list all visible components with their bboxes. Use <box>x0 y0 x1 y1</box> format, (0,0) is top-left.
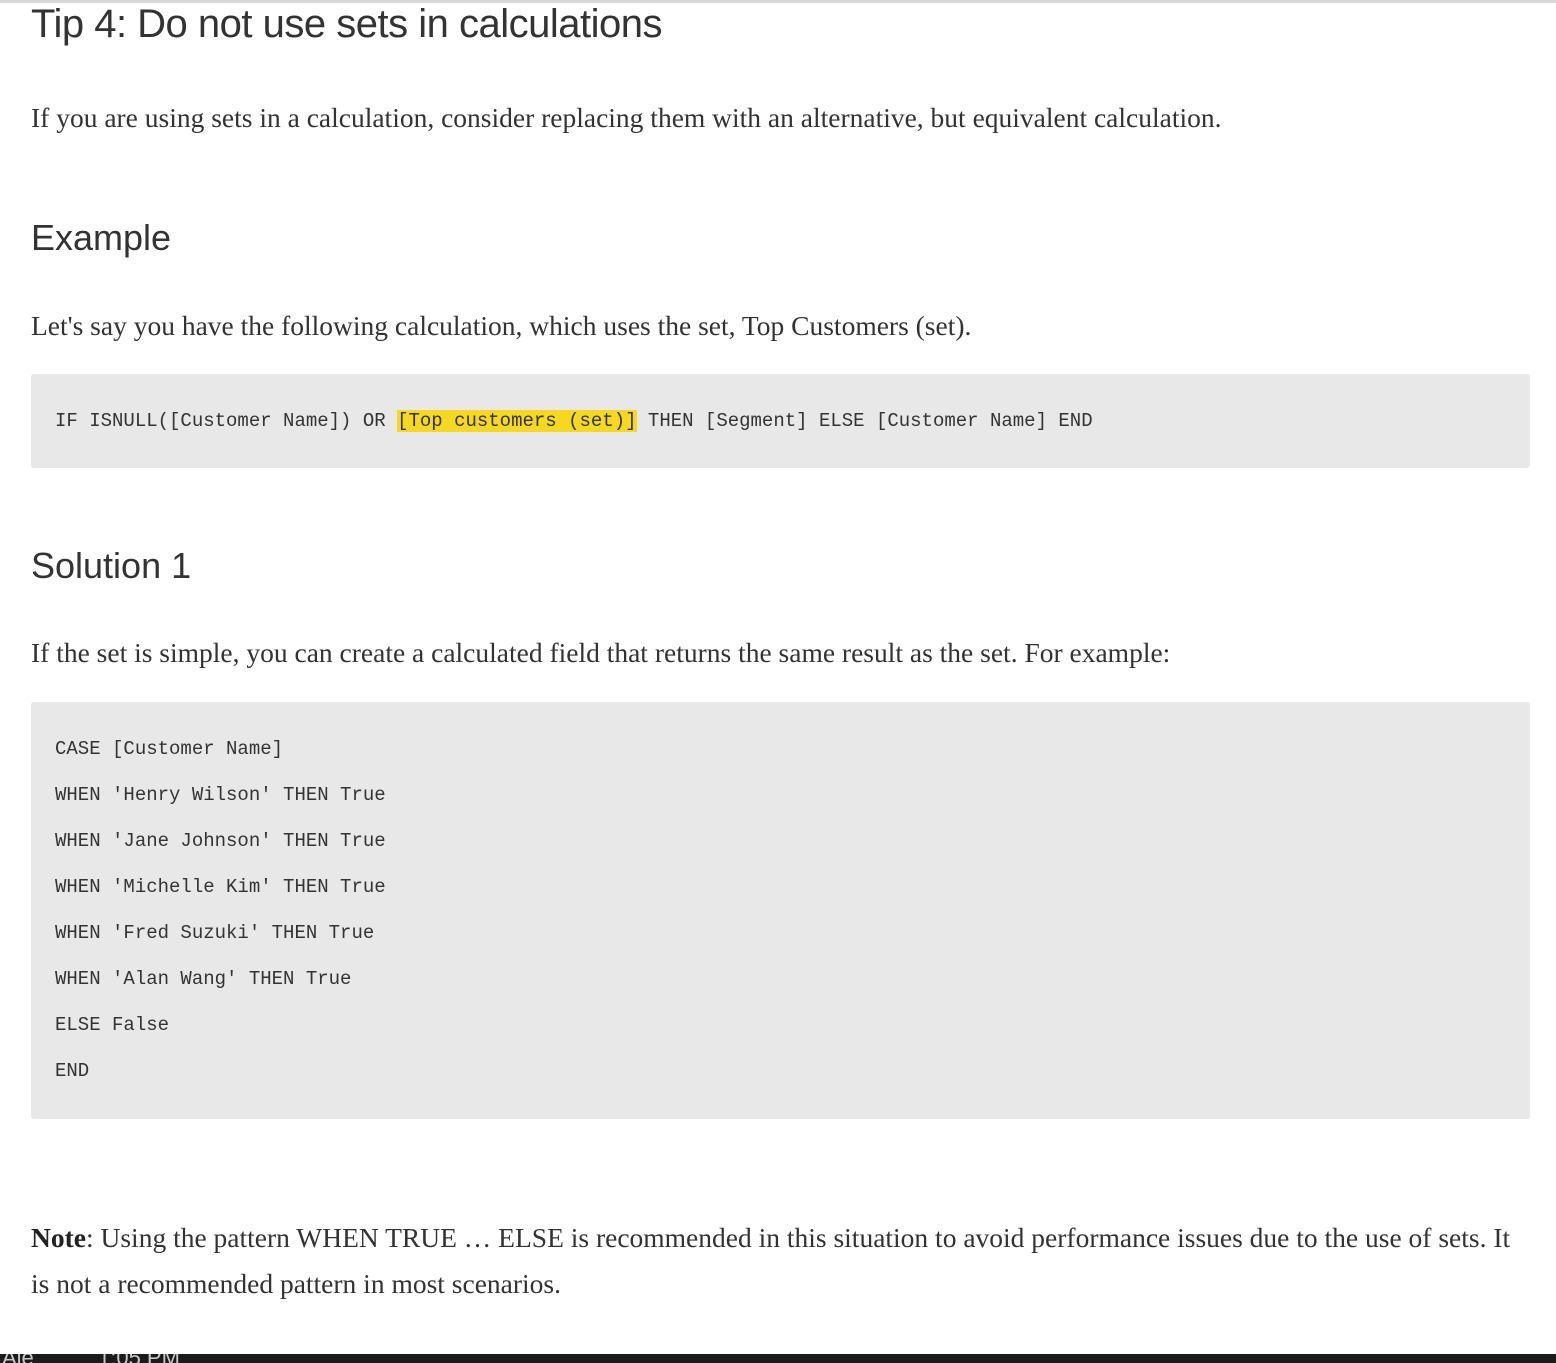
code-line: END <box>55 1060 90 1082</box>
solution-1-paragraph: If the set is simple, you can create a c… <box>31 637 1171 668</box>
taskbar-clock[interactable]: 1:05 PM <box>98 1354 180 1363</box>
example-paragraph: Let's say you have the following calcula… <box>31 310 972 341</box>
note-paragraph: Note: Using the pattern WHEN TRUE … ELSE… <box>31 1215 1511 1307</box>
code-line: CASE [Customer Name] <box>55 738 284 760</box>
code-line: WHEN 'Fred Suzuki' THEN True <box>55 922 375 944</box>
code-line: ELSE False <box>55 1014 170 1036</box>
code-line: WHEN 'Jane Johnson' THEN True <box>55 830 386 852</box>
example-code-block: IF ISNULL([Customer Name]) OR [Top custo… <box>31 374 1530 468</box>
note-text: : Using the pattern WHEN TRUE … ELSE is … <box>31 1222 1511 1299</box>
highlighted-set-reference: [Top customers (set)] <box>397 410 637 432</box>
solution-1-code-block: CASE [Customer Name] WHEN 'Henry Wilson'… <box>31 702 1530 1119</box>
intro-paragraph: If you are using sets in a calculation, … <box>31 102 1222 133</box>
note-label: Note <box>31 1222 86 1253</box>
taskbar: Ale 1:05 PM <box>0 1354 1556 1363</box>
code-line: WHEN 'Michelle Kim' THEN True <box>55 876 386 898</box>
code-line: WHEN 'Henry Wilson' THEN True <box>55 784 386 806</box>
solution-1-heading: Solution 1 <box>31 545 192 586</box>
code-segment: THEN [Segment] ELSE [Customer Name] END <box>636 410 1093 432</box>
page-title: Tip 4: Do not use sets in calculations <box>31 2 662 46</box>
example-code-line: IF ISNULL([Customer Name]) OR [Top custo… <box>55 398 1530 444</box>
example-heading: Example <box>31 217 172 258</box>
code-line: WHEN 'Alan Wang' THEN True <box>55 968 352 990</box>
code-segment: IF ISNULL([Customer Name]) OR <box>55 410 398 432</box>
taskbar-item-label[interactable]: Ale <box>2 1354 34 1363</box>
